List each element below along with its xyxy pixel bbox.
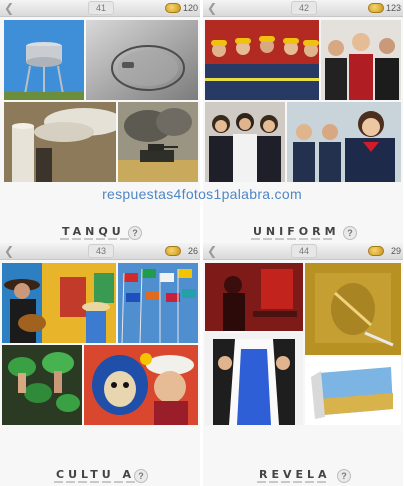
feather-dancers-image bbox=[2, 345, 82, 425]
flight-attendant-image bbox=[287, 102, 401, 182]
photo-service-staff[interactable] bbox=[321, 20, 401, 100]
coin-stack-icon bbox=[368, 246, 384, 256]
letter-slot bbox=[72, 238, 81, 240]
photo-superhero-shirt[interactable] bbox=[205, 333, 303, 425]
photo-flight-attendant[interactable] bbox=[287, 102, 401, 182]
coin-count: 26 bbox=[187, 246, 198, 256]
back-arrow-icon[interactable]: ❮ bbox=[4, 2, 14, 14]
level-panel-43: ❮ 43 26 CULTU A ? bbox=[0, 243, 200, 486]
answer-word: REVELA bbox=[259, 468, 331, 481]
photo-firefighters[interactable] bbox=[205, 20, 319, 100]
letter-slot bbox=[281, 481, 290, 483]
answer-word: TANQU bbox=[62, 225, 125, 238]
students-image bbox=[205, 102, 285, 182]
letter-slot bbox=[311, 238, 320, 240]
letter-slot bbox=[54, 481, 63, 483]
photo-mariachi[interactable] bbox=[2, 263, 116, 343]
back-arrow-icon[interactable]: ❮ bbox=[4, 245, 14, 257]
darkroom-red-image bbox=[205, 263, 303, 331]
level-number: 42 bbox=[291, 1, 317, 15]
letter-slot bbox=[275, 238, 284, 240]
answer-word: CULTU A bbox=[56, 468, 135, 481]
torn-paper-landscape-image bbox=[305, 357, 401, 425]
letter-slot bbox=[305, 481, 314, 483]
world-flags-image bbox=[118, 263, 198, 343]
photo-torn-paper-landscape[interactable] bbox=[305, 357, 401, 425]
coin-stack-icon bbox=[165, 3, 181, 13]
letter-slot bbox=[66, 481, 75, 483]
photo-students[interactable] bbox=[205, 102, 285, 182]
help-icon[interactable]: ? bbox=[128, 226, 142, 240]
level-number: 44 bbox=[291, 244, 317, 258]
water-tower-image bbox=[4, 20, 84, 100]
letter-slot bbox=[126, 481, 135, 483]
letter-slot bbox=[263, 238, 272, 240]
answer-word: UNIFORM bbox=[253, 225, 340, 238]
fuel-cap-image bbox=[86, 20, 198, 100]
letter-slot bbox=[120, 238, 129, 240]
level-topbar: ❮ 43 26 bbox=[0, 243, 200, 260]
letter-slot bbox=[84, 238, 93, 240]
help-icon[interactable]: ? bbox=[337, 469, 351, 483]
photo-feather-dancers[interactable] bbox=[2, 345, 82, 425]
photo-gold-foil[interactable] bbox=[305, 263, 401, 355]
back-arrow-icon[interactable]: ❮ bbox=[207, 2, 217, 14]
coin-stack-icon bbox=[368, 3, 384, 13]
answer-row: CULTU A ? bbox=[0, 467, 200, 485]
letter-slot bbox=[299, 238, 308, 240]
watermark-text: respuestas4fotos1palabra.com bbox=[102, 186, 302, 202]
industrial-smoke-image bbox=[4, 102, 116, 182]
coin-count: 123 bbox=[385, 3, 401, 13]
letter-slot bbox=[60, 238, 69, 240]
battle-tank-image bbox=[118, 102, 198, 182]
answer-row: UNIFORM ? bbox=[203, 224, 403, 242]
back-arrow-icon[interactable]: ❮ bbox=[207, 245, 217, 257]
answer-row: TANQU ? bbox=[0, 224, 200, 242]
help-icon[interactable]: ? bbox=[343, 226, 357, 240]
letter-slot bbox=[257, 481, 266, 483]
letter-slot bbox=[114, 481, 123, 483]
level-topbar: ❮ 44 29 bbox=[203, 243, 403, 260]
letter-slot bbox=[96, 238, 105, 240]
level-panel-41: ❮ 41 120 TANQU ? bbox=[0, 0, 200, 243]
level-number: 41 bbox=[88, 1, 114, 15]
coin-stack-icon bbox=[165, 246, 181, 256]
letter-slot bbox=[102, 481, 111, 483]
mariachi-image bbox=[2, 263, 116, 343]
help-icon[interactable]: ? bbox=[134, 469, 148, 483]
letter-slot bbox=[323, 238, 332, 240]
level-topbar: ❮ 42 123 bbox=[203, 0, 403, 17]
answer-row: REVELA ? bbox=[203, 467, 403, 485]
photo-world-flags[interactable] bbox=[118, 263, 198, 343]
photo-carnival-masks[interactable] bbox=[84, 345, 198, 425]
level-topbar: ❮ 41 120 bbox=[0, 0, 200, 17]
letter-slot bbox=[293, 481, 302, 483]
letter-slot bbox=[90, 481, 99, 483]
letter-slot bbox=[251, 238, 260, 240]
photo-battle-tank[interactable] bbox=[118, 102, 198, 182]
photo-darkroom-red[interactable] bbox=[205, 263, 303, 331]
letter-slot bbox=[108, 238, 117, 240]
level-panel-42: ❮ 42 123 UNIFORM ? bbox=[203, 0, 403, 243]
letter-slot bbox=[78, 481, 87, 483]
letter-slot bbox=[317, 481, 326, 483]
carnival-masks-image bbox=[84, 345, 198, 425]
letter-slot bbox=[269, 481, 278, 483]
level-panel-44: ❮ 44 29 REVELA ? bbox=[203, 243, 403, 486]
firefighters-image bbox=[205, 20, 319, 100]
gold-foil-image bbox=[305, 263, 401, 355]
photo-water-tower[interactable] bbox=[4, 20, 84, 100]
service-staff-image bbox=[321, 20, 401, 100]
level-number: 43 bbox=[88, 244, 114, 258]
photo-fuel-cap[interactable] bbox=[86, 20, 198, 100]
coin-count: 29 bbox=[390, 246, 401, 256]
photo-industrial-smoke[interactable] bbox=[4, 102, 116, 182]
coin-count: 120 bbox=[182, 3, 198, 13]
letter-slot bbox=[287, 238, 296, 240]
superhero-shirt-image bbox=[205, 333, 303, 425]
